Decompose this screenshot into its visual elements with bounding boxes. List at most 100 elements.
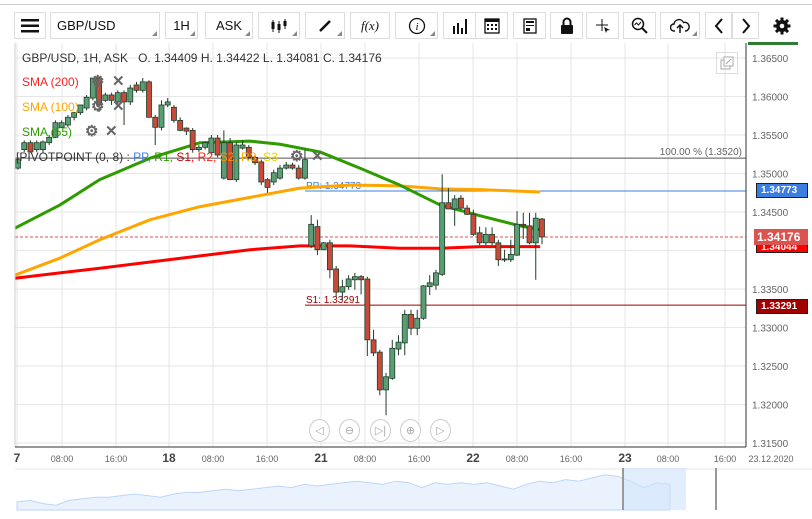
close-value: 1.34176 [338, 51, 382, 65]
candle [189, 128, 196, 153]
candle-body [532, 217, 539, 244]
x-tick-label: 16:00 [256, 454, 279, 464]
candle-body [526, 225, 533, 244]
low-value: 1.34081 [276, 51, 320, 65]
candle-body [127, 87, 134, 103]
y-tick-label: 1.36000 [752, 93, 789, 104]
y-tick-label: 1.35500 [752, 131, 789, 142]
pivot-legend[interactable]: [PIVOTPOINT (0, 8) : PP, R1, S1, R2, S2,… [16, 150, 278, 164]
sma-55-close-icon[interactable]: ✕ [105, 122, 118, 140]
candle-body [420, 285, 427, 319]
candle-body [370, 339, 377, 354]
sma-200-close-icon[interactable]: ✕ [112, 72, 125, 90]
candle-body [351, 276, 358, 281]
x-tick-label: 16:00 [408, 454, 431, 464]
candle-body [139, 81, 146, 91]
candle-body [158, 104, 165, 128]
candle-body [189, 129, 196, 151]
open-label: O. [138, 51, 151, 65]
sma-55-settings-gear-icon[interactable]: ⚙ [85, 122, 98, 140]
high-value: 1.34422 [216, 51, 260, 65]
candle-body [345, 278, 352, 288]
pivot-settings-gear-icon[interactable]: ⚙ [290, 147, 303, 165]
candle-body [326, 242, 333, 271]
s1-label: S1: 1.33291 [306, 295, 360, 306]
sma-100-close-icon[interactable]: ✕ [112, 97, 125, 115]
zoom-in-icon: ⊕ [405, 425, 416, 437]
sma-55-legend[interactable]: SMA (55) [22, 125, 72, 139]
pivot-item: PP, [133, 150, 151, 164]
current-price-tag: 1.34176 [754, 229, 808, 245]
sma-100-legend[interactable]: SMA (100) [22, 100, 79, 114]
navigator-selection [623, 468, 686, 510]
candle-body [433, 272, 439, 286]
x-tick-label: 22 [466, 451, 480, 465]
candle-body [401, 314, 408, 344]
popout-button[interactable] [716, 52, 738, 74]
scroll-right-button[interactable]: ▷ [430, 419, 451, 442]
candle [146, 80, 152, 118]
popout-icon [720, 56, 734, 70]
y-tick-label: 1.33500 [752, 285, 789, 296]
candle-body [239, 144, 246, 149]
x-tick-label: 08:00 [51, 454, 74, 464]
navigator-area [16, 474, 671, 511]
candle [333, 265, 340, 297]
go-to-end-icon: ▷| [374, 425, 387, 437]
candle-body [495, 242, 502, 261]
zoom-out-button[interactable]: ⊖ [339, 419, 360, 442]
close-label: C. [322, 51, 335, 65]
pivot-label: PIVOTPOINT (0, 8) [19, 150, 124, 164]
candle-body [358, 276, 364, 281]
sma-200-legend[interactable]: SMA (200) [22, 75, 79, 89]
candle-body [470, 213, 477, 235]
sma-100-settings-gear-icon[interactable]: ⚙ [91, 97, 104, 115]
s1-price-tag: 1.33291 [756, 299, 808, 314]
instrument-label: GBP/USD, 1H, ASK [22, 51, 129, 65]
candle-body [65, 116, 71, 126]
go-to-end-button[interactable]: ▷| [370, 419, 391, 442]
high-label: H. [200, 51, 213, 65]
candle-body [308, 223, 315, 247]
x-tick-label: 08:00 [657, 454, 680, 464]
y-tick-label: 1.33000 [752, 324, 789, 335]
ohlc-header: GBP/USD, 1H, ASK O. 1.34409 H. 1.34422 L… [22, 51, 382, 65]
zoom-out-icon: ⊖ [344, 425, 355, 437]
candle-body [482, 233, 489, 244]
x-tick-label: 16:00 [560, 454, 583, 464]
pivot-item: R3, [237, 150, 260, 164]
pivot-item: S2, [216, 150, 238, 164]
y-tick-label: 1.36500 [752, 54, 789, 65]
x-tick-label: 16:00 [105, 454, 128, 464]
candle-body [83, 96, 90, 109]
pivot-item: S1, [172, 150, 195, 164]
candle-body [264, 179, 271, 188]
candle-body [171, 106, 177, 121]
candle-body [520, 223, 527, 227]
candle-body [476, 232, 483, 244]
candle-body [177, 119, 184, 131]
x-end-date-label: 23.12.2020 [748, 454, 793, 464]
candle-body [314, 226, 321, 251]
candle-body [133, 84, 140, 91]
candle-body [501, 258, 508, 261]
pivot-separator: : [123, 150, 134, 164]
candle [376, 349, 383, 396]
candle-body [270, 172, 277, 183]
pivot-close-icon[interactable]: ✕ [311, 147, 324, 165]
pivot-item: R1, [150, 150, 173, 164]
candle-body [376, 351, 383, 391]
candle-body [333, 268, 340, 293]
candle-body [426, 282, 433, 288]
zoom-in-button[interactable]: ⊕ [400, 419, 421, 442]
candle-body [364, 278, 371, 341]
y-tick-label: 1.32500 [752, 362, 789, 373]
x-tick-label: 18 [162, 451, 176, 465]
candle-body [539, 218, 545, 238]
open-value: 1.34409 [154, 51, 198, 65]
sma-200-settings-gear-icon[interactable]: ⚙ [91, 72, 104, 90]
scroll-left-button[interactable]: ◁ [309, 419, 330, 442]
scroll-left-icon: ◁ [315, 425, 324, 437]
candle-body [489, 233, 495, 244]
candle-body [514, 223, 520, 256]
